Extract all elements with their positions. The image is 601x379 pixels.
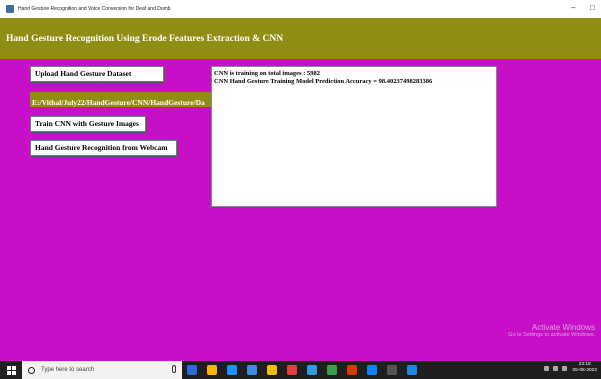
dataset-path-label: E:/Vithal/July22/HandGesture/CNN/HandGes…	[30, 92, 211, 107]
window-title: Hand Gesture Recognition and Voice Conve…	[18, 6, 171, 12]
output-line-training: CNN is training on total images : 5982	[214, 70, 320, 77]
taskbar-app-icon[interactable]	[307, 365, 317, 375]
microphone-icon[interactable]	[172, 365, 176, 373]
maximize-button[interactable]: □	[590, 3, 595, 12]
output-line-accuracy: CNN Hand Gesture Training Model Predicti…	[214, 78, 433, 85]
taskbar-app-icon[interactable]	[407, 365, 417, 375]
tray-volume-icon[interactable]	[562, 365, 568, 371]
upload-dataset-button[interactable]: Upload Hand Gesture Dataset	[30, 66, 164, 82]
search-icon	[28, 366, 35, 374]
taskbar-app-icon[interactable]	[187, 365, 197, 375]
webcam-recognition-button[interactable]: Hand Gesture Recognition from Webcam	[30, 140, 177, 156]
start-button[interactable]	[0, 361, 22, 379]
app-icon	[6, 5, 14, 13]
system-tray: 23:18 05-08-2022	[542, 362, 597, 374]
taskbar-app-icon[interactable]	[247, 365, 257, 375]
taskbar-app-icon[interactable]	[367, 365, 377, 375]
watermark-subtitle: Go to Settings to activate Windows.	[508, 332, 595, 338]
window-titlebar: Hand Gesture Recognition and Voice Conve…	[0, 0, 601, 18]
tray-network-icon[interactable]	[553, 365, 559, 371]
search-placeholder: Type here to search	[41, 367, 95, 373]
taskbar-app-icon[interactable]	[267, 365, 277, 375]
taskbar-app-icon[interactable]	[387, 365, 397, 375]
minimize-button[interactable]: –	[571, 3, 575, 12]
activate-windows-watermark: Activate Windows Go to Settings to activ…	[508, 323, 595, 338]
watermark-title: Activate Windows	[531, 323, 595, 332]
train-cnn-button[interactable]: Train CNN with Gesture Images	[30, 116, 146, 132]
taskbar-app-icon[interactable]	[287, 365, 297, 375]
taskbar-search-box[interactable]: Type here to search	[22, 361, 182, 379]
app-header: Hand Gesture Recognition Using Erode Fea…	[0, 18, 601, 59]
dataset-path-text: E:/Vithal/July22/HandGesture/CNN/HandGes…	[32, 98, 205, 107]
tray-chevron-icon[interactable]	[544, 365, 550, 371]
tray-clock[interactable]: 23:18 05-08-2022	[572, 362, 597, 374]
windows-logo-icon	[6, 365, 16, 375]
taskbar-app-icon[interactable]	[327, 365, 337, 375]
page-title: Hand Gesture Recognition Using Erode Fea…	[6, 33, 284, 44]
output-textarea[interactable]: CNN is training on total images : 5982 C…	[211, 66, 497, 207]
taskbar-app-icon[interactable]	[347, 365, 357, 375]
taskbar-app-icon[interactable]	[227, 365, 237, 375]
taskbar-app-icon[interactable]	[207, 365, 217, 375]
taskbar: Type here to search 23:18 05-08-2022	[0, 361, 601, 379]
tray-date: 05-08-2022	[572, 368, 597, 373]
taskbar-pinned-apps	[182, 365, 422, 375]
